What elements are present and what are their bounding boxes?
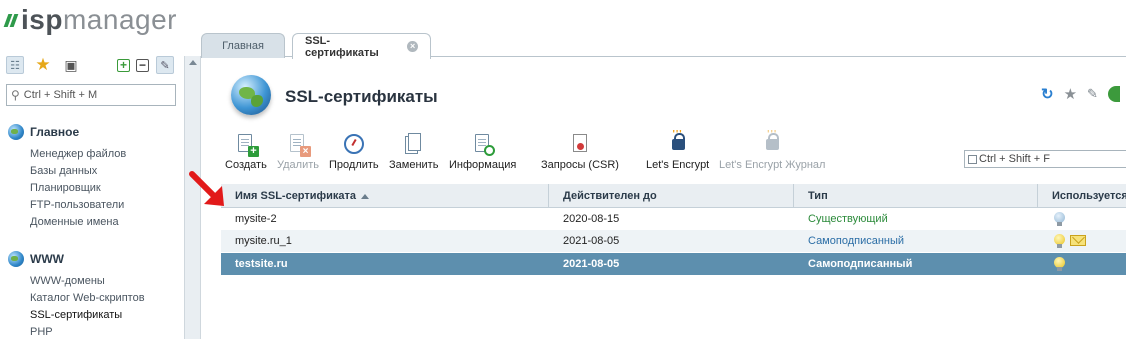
sidebar-section-www: WWW WWW-домены Каталог Web-скриптов SSL-… xyxy=(8,250,145,339)
sidebar-item-domain-names[interactable]: Доменные имена xyxy=(30,216,126,233)
tree-view-icon[interactable]: ☷ xyxy=(6,56,24,74)
cell-type: Существующий xyxy=(808,213,888,225)
sidebar-item-databases[interactable]: Базы данных xyxy=(30,165,126,182)
sidebar-item-ssl-certificates[interactable]: SSL-сертификаты xyxy=(30,309,145,326)
bulb-off-icon xyxy=(1054,212,1065,226)
section-title: WWW xyxy=(30,252,64,266)
menu-search-input[interactable] xyxy=(23,89,164,101)
close-tab-icon[interactable]: × xyxy=(407,41,418,52)
sidebar-toolbar: ☷ ★ ▣ + − ✎ xyxy=(6,55,176,76)
sidebar-section-header[interactable]: Главное xyxy=(8,123,126,141)
search-icon: ⚲ xyxy=(11,88,20,102)
cell-name: testsite.ru xyxy=(235,258,288,270)
tab-label: Главная xyxy=(222,40,264,52)
collapse-all-icon[interactable]: − xyxy=(136,59,149,72)
tab-home[interactable]: Главная xyxy=(201,33,285,58)
sidebar-item-ftp-users[interactable]: FTP-пользователи xyxy=(30,199,126,216)
table-row[interactable]: mysite-2 2020-08-15 Существующий xyxy=(221,208,1126,230)
menu-search[interactable]: ⚲ xyxy=(6,84,176,106)
expand-all-icon[interactable]: + xyxy=(117,59,130,72)
scroll-up-icon[interactable] xyxy=(189,60,197,65)
cell-valid-until: 2021-08-05 xyxy=(563,235,620,247)
tab-label: SSL-сертификаты xyxy=(305,34,379,59)
envelope-icon xyxy=(1070,235,1086,246)
sidebar-item-scheduler[interactable]: Планировщик xyxy=(30,182,126,199)
tab-ssl-certificates[interactable]: SSL-сертификаты × xyxy=(292,33,431,59)
sidebar-item-www-domains[interactable]: WWW-домены xyxy=(30,275,145,292)
sidebar-item-php[interactable]: PHP xyxy=(30,326,145,339)
cell-valid-until: 2021-08-05 xyxy=(563,258,620,270)
globe-icon xyxy=(8,124,24,140)
tab-bar: Главная SSL-сертификаты × xyxy=(201,32,1126,59)
cell-name: mysite-2 xyxy=(235,213,277,225)
sidebar-item-file-manager[interactable]: Менеджер файлов xyxy=(30,148,126,165)
pin-icon[interactable]: ✎ xyxy=(156,56,174,74)
bulb-on-icon xyxy=(1054,234,1065,248)
sidebar-section-main: Главное Менеджер файлов Базы данных План… xyxy=(8,123,126,233)
section-title: Главное xyxy=(30,125,80,139)
table-body: mysite-2 2020-08-15 Существующий mysite.… xyxy=(201,57,1126,339)
table-row-selected[interactable]: testsite.ru 2021-08-05 Самоподписанный xyxy=(221,253,1126,275)
annotation-arrow-icon xyxy=(189,171,224,206)
logo-text: ispmanager xyxy=(21,4,177,35)
sidebar-section-header[interactable]: WWW xyxy=(8,250,145,268)
favorites-star-icon[interactable]: ★ xyxy=(34,55,52,74)
cell-valid-until: 2020-08-15 xyxy=(563,213,620,225)
globe-icon xyxy=(8,251,24,267)
cell-type: Самоподписанный xyxy=(808,258,913,270)
cell-name: mysite.ru_1 xyxy=(235,235,292,247)
table-row[interactable]: mysite.ru_1 2021-08-05 Самоподписанный xyxy=(221,230,1126,252)
bulb-on-icon xyxy=(1054,257,1065,271)
sidebar-item-web-scripts[interactable]: Каталог Web-скриптов xyxy=(30,292,145,309)
logo-mark-icon xyxy=(3,13,19,27)
cell-type: Самоподписанный xyxy=(808,235,905,247)
briefcase-icon[interactable]: ▣ xyxy=(62,56,80,74)
app-logo: ispmanager xyxy=(3,4,177,36)
